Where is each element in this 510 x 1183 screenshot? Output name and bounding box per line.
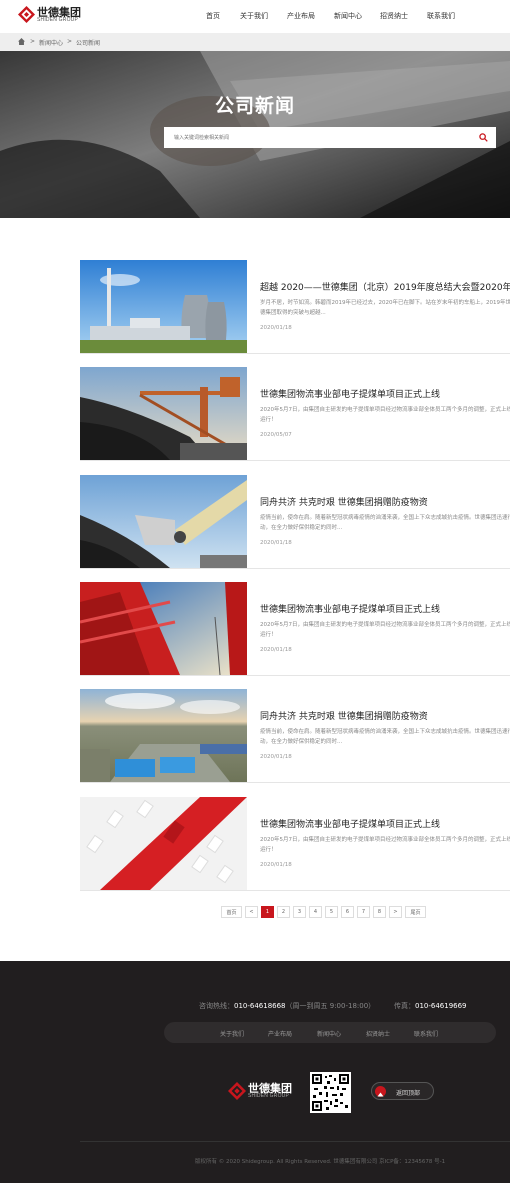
search-input[interactable] [164,127,474,148]
breadcrumb-current: 公司新闻 [76,40,101,47]
news-date: 2020/01/18 [260,325,292,331]
qr-code [310,1072,351,1113]
footer-hotline: 咨询热线：010-64618668（周一到周五 9:00-18:00） [199,1001,375,1011]
pagination-page[interactable]: 1 [261,906,274,918]
news-list-item[interactable]: 世德集团物流事业部电子提煤单项目正式上线 2020年5月7日，由集团自主研发的电… [80,582,510,676]
news-thumbnail-red-truck[interactable] [80,797,247,890]
news-summary: 2020年5月7日，由集团自主研发的电子提煤单项目经过物流事业部全体员工两个多月… [260,407,510,423]
footer-divider [80,1141,510,1142]
news-list-item[interactable]: 世德集团物流事业部电子提煤单项目正式上线 2020年5月7日，由集团自主研发的电… [80,367,510,461]
site-logo[interactable]: 世德集团 SHIDEN GROUP [18,6,81,23]
qr-code-icon [312,1074,349,1111]
search-icon[interactable] [479,133,488,142]
footer-logo-en: SHIDEN GROUP [248,1093,290,1099]
news-summary: 2020年5月7日，由集团自主研发的电子提煤单项目经过物流事业部全体员工两个多月… [260,622,510,638]
footer-nav-news[interactable]: 新闻中心 [317,1029,341,1038]
news-title[interactable]: 世德集团物流事业部电子提煤单项目正式上线 [260,817,440,830]
nav-home[interactable]: 首页 [206,0,220,33]
news-thumbnail-port-aerial[interactable] [80,689,247,782]
pagination-next[interactable]: > [389,906,402,918]
pagination-page[interactable]: 8 [373,906,386,918]
hotline-number: 010-64618668 [234,1002,286,1010]
footer-nav: 关于我们 产业布局 新闻中心 招贤纳士 联系我们 [164,1022,496,1043]
pagination-first[interactable]: 首页 [221,906,242,918]
site-header: 世德集团 SHIDEN GROUP 首页 关于我们 产业布局 新闻中心 招贤纳士… [0,0,510,33]
news-list-item[interactable]: 超越 2020——世德集团（北京）2019年度总结大会暨2020年 岁月不居，时… [80,260,510,354]
hero-banner: 公司新闻 [0,51,510,218]
footer-nav-about[interactable]: 关于我们 [220,1029,244,1038]
news-summary: 2020年5月7日，由集团自主研发的电子提煤单项目经过物流事业部全体员工两个多月… [260,837,510,853]
news-title[interactable]: 同舟共济 共克时艰 世德集团捐赠防疫物资 [260,495,428,508]
news-summary: 岁月不居，时节如流。韩碧而2019年已经过去，2020年已在脚下。站在岁末年初的… [260,300,510,316]
pagination: 首页 < 1 2 3 4 5 6 7 8 > 尾页 [221,906,426,918]
logo-mark-icon [228,1082,246,1100]
news-summary: 疫情当前，使命在肩。随着新型冠状病毒疫情的汹涌来袭，全国上下众志成城抗击疫情。世… [260,729,510,745]
breadcrumb-separator: > [67,38,73,45]
breadcrumb-news-center[interactable]: 新闻中心 [39,38,63,47]
news-list-item[interactable]: 同舟共济 共克时艰 世德集团捐赠防疫物资 疫情当前，使命在肩。随着新型冠状病毒疫… [80,689,510,783]
nav-industry[interactable]: 产业布局 [287,0,315,33]
news-title[interactable]: 世德集团物流事业部电子提煤单项目正式上线 [260,387,440,400]
news-title[interactable]: 超越 2020——世德集团（北京）2019年度总结大会暨2020年 [260,280,510,293]
fax-label: 传真： [394,1002,415,1010]
hotline-label: 咨询热线： [199,1002,234,1010]
news-summary: 疫情当前，使命在肩。随着新型冠状病毒疫情的汹涌来袭，全国上下众志成城抗击疫情。世… [260,515,510,531]
news-date: 2020/01/18 [260,754,292,760]
news-date: 2020/01/18 [260,647,292,653]
logo-mark-icon [18,6,35,23]
hotline-hours: （周一到周五 9:00-18:00） [285,1002,376,1010]
news-date: 2020/01/18 [260,540,292,546]
nav-news[interactable]: 新闻中心 [334,0,362,33]
footer-nav-contact[interactable]: 联系我们 [414,1029,438,1038]
breadcrumb-separator: > [30,38,36,45]
fax-number: 010-64619669 [415,1002,467,1010]
news-title[interactable]: 同舟共济 共克时艰 世德集团捐赠防疫物资 [260,709,428,722]
nav-contact[interactable]: 联系我们 [427,0,455,33]
pagination-page[interactable]: 3 [293,906,306,918]
arrow-up-icon [375,1086,386,1097]
pagination-page[interactable]: 6 [341,906,354,918]
pagination-last[interactable]: 尾页 [405,906,426,918]
news-thumbnail-red-tower[interactable] [80,582,247,675]
news-list-item[interactable]: 世德集团物流事业部电子提煤单项目正式上线 2020年5月7日，由集团自主研发的电… [80,797,510,891]
news-list-item[interactable]: 同舟共济 共克时艰 世德集团捐赠防疫物资 疫情当前，使命在肩。随着新型冠状病毒疫… [80,475,510,569]
logo-name-cn: 世德集团 [37,5,81,19]
site-footer: 咨询热线：010-64618668（周一到周五 9:00-18:00） 传真：0… [0,961,510,1183]
news-date: 2020/05/07 [260,432,292,438]
logo-name-en: SHIDEN GROUP [37,16,79,23]
pagination-page[interactable]: 5 [325,906,338,918]
pagination-page[interactable]: 7 [357,906,370,918]
page-title: 公司新闻 [214,95,295,117]
back-to-top-label: 返回顶部 [396,1090,421,1097]
footer-fax: 传真：010-64619669 [394,1001,467,1011]
footer-nav-careers[interactable]: 招贤纳士 [366,1029,390,1038]
back-to-top-button[interactable]: 返回顶部 [371,1082,434,1100]
news-title[interactable]: 世德集团物流事业部电子提煤单项目正式上线 [260,602,440,615]
footer-logo[interactable]: 世德集团 SHIDEN GROUP [228,1082,292,1100]
nav-about[interactable]: 关于我们 [240,0,268,33]
news-thumbnail-power-plant[interactable] [80,260,247,353]
pagination-prev[interactable]: < [245,906,258,918]
news-search-box [164,127,496,148]
copyright-text: 版权所有 © 2020 Shidegroup. All Rights Reser… [195,1159,446,1165]
news-thumbnail-excavator[interactable] [80,475,247,568]
news-date: 2020/01/18 [260,862,292,868]
breadcrumb: > 新闻中心 > 公司新闻 [0,33,510,51]
nav-careers[interactable]: 招贤纳士 [380,0,408,33]
pagination-page[interactable]: 4 [309,906,322,918]
footer-nav-industry[interactable]: 产业布局 [268,1029,292,1038]
pagination-page[interactable]: 2 [277,906,290,918]
news-thumbnail-coal-conveyor[interactable] [80,367,247,460]
home-icon[interactable] [18,38,25,45]
